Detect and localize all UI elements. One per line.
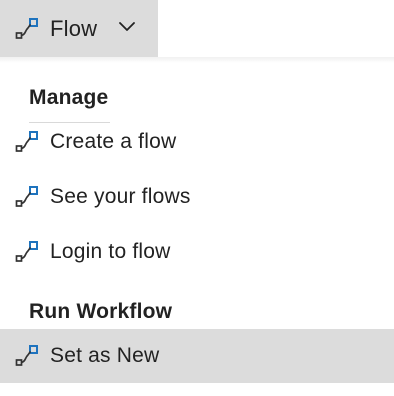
menu-item-see-flows[interactable]: See your flows [0, 170, 394, 224]
menu-shadow [0, 57, 394, 63]
chevron-down-icon[interactable] [118, 18, 136, 36]
flow-icon [15, 17, 38, 39]
flow-icon [15, 241, 38, 262]
menu-item-login-flow[interactable]: Login to flow [0, 225, 394, 279]
flow-menu-page: Flow Manage Create a flow See your flows… [0, 0, 394, 396]
flow-icon [15, 345, 38, 366]
menu-item-set-as-new[interactable]: Set as New [0, 329, 394, 383]
flow-icon [15, 131, 38, 152]
toolbar-title: Flow [50, 15, 98, 41]
section-title-run-workflow: Run Workflow [29, 300, 173, 323]
menu-item-label: Create a flow [50, 130, 177, 153]
menu-item-label: See your flows [50, 185, 191, 208]
flow-icon [15, 186, 38, 207]
menu-item-create-flow[interactable]: Create a flow [0, 115, 394, 169]
menu-item-label: Set as New [50, 344, 160, 367]
flow-toolbar-button[interactable]: Flow [0, 0, 158, 57]
menu-item-label: Login to flow [50, 240, 171, 263]
section-title-manage: Manage [29, 86, 109, 109]
